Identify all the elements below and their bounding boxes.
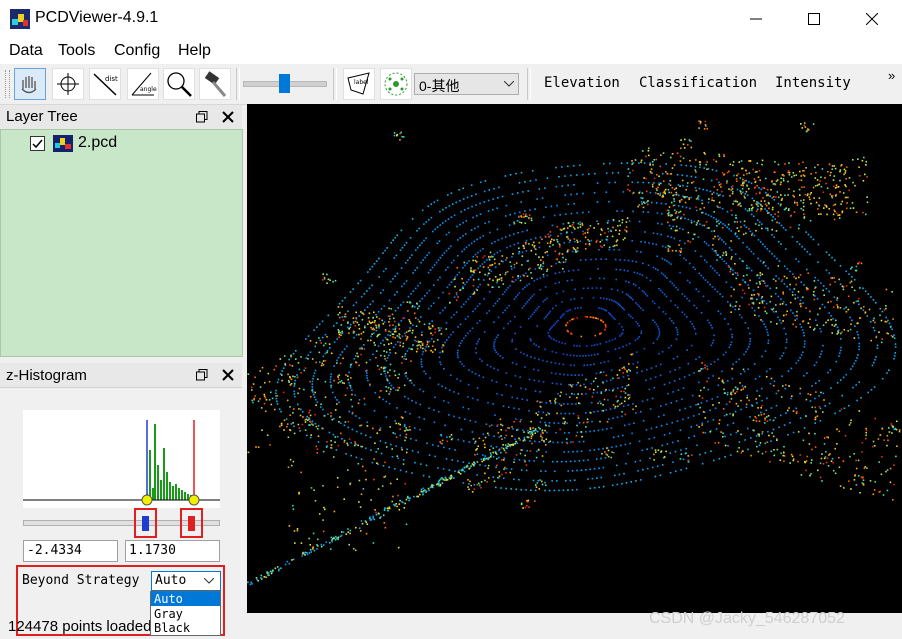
crosshair-icon bbox=[57, 73, 79, 95]
point-cloud-canvas bbox=[247, 120, 901, 586]
max-value-field[interactable]: 1.1730 bbox=[125, 540, 220, 562]
menu-data[interactable]: Data bbox=[9, 42, 43, 60]
float-panel-button[interactable] bbox=[196, 110, 208, 128]
maximize-icon bbox=[808, 13, 820, 25]
maximize-button[interactable] bbox=[785, 0, 843, 38]
max-range-handle[interactable] bbox=[188, 516, 195, 531]
intensity-mode-button[interactable]: Intensity bbox=[775, 75, 851, 91]
minimize-button[interactable] bbox=[727, 0, 785, 38]
pan-tool-button[interactable] bbox=[14, 68, 46, 100]
classification-mode-button[interactable]: Classification bbox=[639, 75, 757, 91]
point-cloud-viewer[interactable] bbox=[247, 104, 902, 613]
segment-tool-button[interactable] bbox=[380, 68, 412, 100]
point-cloud-points bbox=[247, 120, 901, 586]
pick-point-button[interactable] bbox=[52, 68, 84, 100]
hammer-icon bbox=[204, 71, 227, 97]
measure-angle-button[interactable]: angle bbox=[127, 68, 159, 100]
toolbar-overflow-button[interactable]: » bbox=[888, 68, 895, 83]
close-icon bbox=[866, 13, 878, 25]
delete-tool-button[interactable] bbox=[199, 68, 231, 100]
measure-distance-button[interactable]: dist bbox=[89, 68, 121, 100]
restore-icon bbox=[196, 111, 208, 123]
point-size-slider-handle[interactable] bbox=[279, 74, 290, 93]
app-logo-icon bbox=[10, 9, 30, 29]
checkmark-icon bbox=[32, 139, 43, 149]
svg-text:angle: angle bbox=[140, 86, 157, 93]
min-value-field[interactable]: -2.4334 bbox=[23, 540, 118, 562]
option-auto[interactable]: Auto bbox=[151, 592, 220, 606]
status-text: 124478 points loaded bbox=[8, 618, 152, 635]
label-tool-button[interactable]: label bbox=[343, 68, 375, 100]
window-title: PCDViewer-4.9.1 bbox=[35, 9, 159, 26]
distance-icon: dist bbox=[93, 73, 118, 96]
zoom-button[interactable] bbox=[163, 68, 195, 100]
close-panel-button[interactable] bbox=[222, 368, 234, 386]
min-threshold-marker bbox=[141, 494, 153, 506]
z-histogram-plot bbox=[23, 410, 220, 508]
layer-tree bbox=[0, 129, 243, 357]
close-button[interactable] bbox=[843, 0, 901, 38]
option-black[interactable]: Black bbox=[154, 621, 190, 635]
watermark: CSDN @Jacky_546287052 bbox=[649, 610, 845, 627]
class-select-value: 0-其他 bbox=[419, 78, 460, 94]
chevron-down-icon bbox=[504, 81, 514, 87]
close-icon bbox=[222, 369, 234, 381]
toolbar-separator bbox=[527, 68, 531, 100]
toolbar-separator bbox=[236, 68, 240, 100]
restore-icon bbox=[196, 369, 208, 381]
chevron-down-icon bbox=[204, 578, 214, 584]
histogram-title: z-Histogram bbox=[6, 367, 87, 384]
beyond-strategy-select[interactable]: Auto bbox=[151, 571, 221, 591]
menu-config[interactable]: Config bbox=[114, 42, 160, 60]
svg-text:label: label bbox=[354, 79, 369, 86]
beyond-strategy-value: Auto bbox=[155, 573, 187, 588]
angle-icon: angle bbox=[131, 72, 157, 96]
minimize-icon bbox=[750, 18, 762, 20]
option-gray[interactable]: Gray bbox=[154, 607, 183, 621]
elevation-mode-button[interactable]: Elevation bbox=[544, 75, 620, 91]
zoom-icon bbox=[167, 72, 192, 97]
min-range-handle[interactable] bbox=[142, 516, 149, 531]
toolbar-separator bbox=[333, 68, 337, 100]
close-icon bbox=[222, 111, 234, 123]
menu-help[interactable]: Help bbox=[178, 42, 211, 60]
histogram-bars bbox=[146, 424, 192, 500]
max-threshold-marker bbox=[188, 494, 200, 506]
toolbar-grip[interactable] bbox=[5, 70, 10, 98]
points-cluster-icon bbox=[384, 72, 408, 96]
class-select[interactable]: 0-其他 bbox=[414, 73, 519, 95]
layer-item-label[interactable]: 2.pcd bbox=[78, 134, 117, 152]
layer-tree-title: Layer Tree bbox=[6, 108, 78, 125]
beyond-strategy-label: Beyond Strategy bbox=[22, 573, 140, 588]
pointcloud-layer-icon bbox=[53, 135, 73, 152]
menu-tools[interactable]: Tools bbox=[58, 42, 95, 60]
close-panel-button[interactable] bbox=[222, 110, 234, 128]
layer-visibility-checkbox[interactable] bbox=[30, 136, 45, 151]
hand-pan-icon bbox=[21, 76, 37, 94]
beyond-strategy-dropdown: Auto Gray Black bbox=[150, 591, 221, 636]
label-polygon-icon: label bbox=[347, 72, 370, 95]
float-panel-button[interactable] bbox=[196, 368, 208, 386]
svg-text:dist: dist bbox=[105, 75, 118, 83]
